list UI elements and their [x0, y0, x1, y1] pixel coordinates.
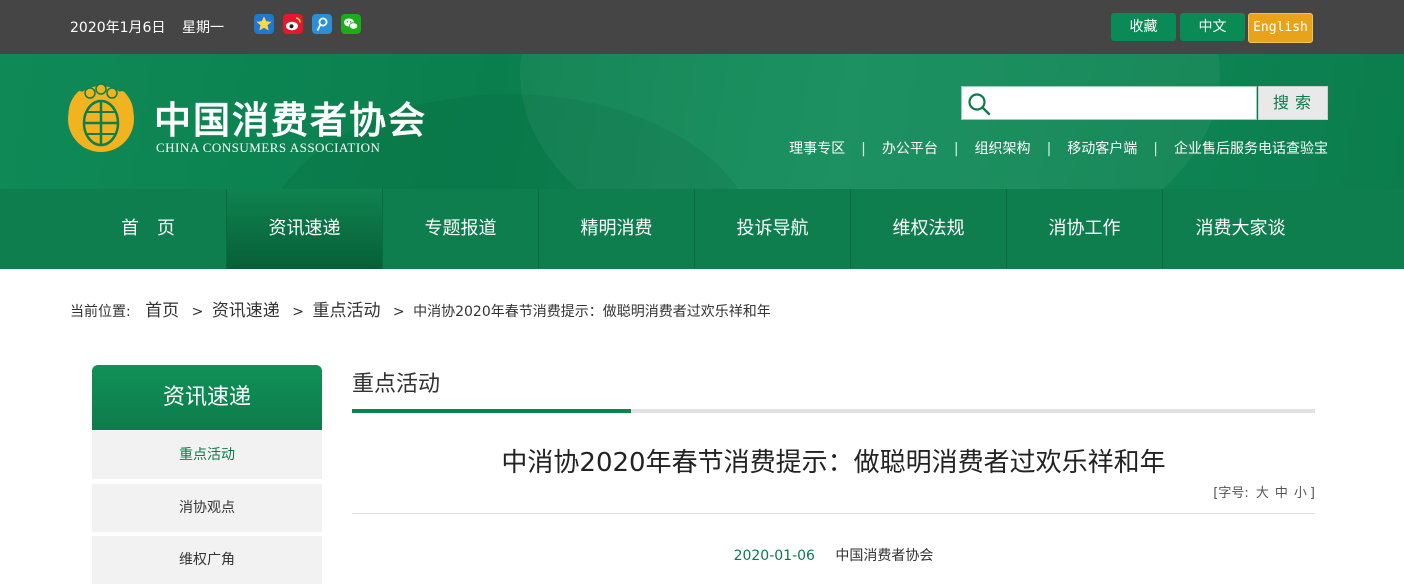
font-size-small-button[interactable]: 小: [1294, 486, 1307, 501]
nav-consumer-forum[interactable]: 消费大家谈: [1162, 189, 1318, 269]
nav-home[interactable]: 首 页: [70, 189, 226, 269]
link-office-platform[interactable]: 办公平台: [882, 141, 938, 157]
breadcrumb: 当前位置: 首页 > 资讯速递 > 重点活动 > 中消协2020年春节消费提示：…: [70, 301, 771, 321]
section-title: 重点活动: [352, 372, 441, 397]
search-icon: [967, 92, 991, 116]
nav-news-express[interactable]: 资讯速递: [226, 189, 382, 269]
link-council-area[interactable]: 理事专区: [789, 141, 845, 157]
site-logo-english-name: CHINA CONSUMERS ASSOCIATION: [156, 140, 381, 155]
link-aftersales-phone-check[interactable]: 企业售后服务电话查验宝: [1174, 141, 1328, 157]
breadcrumb-key-activities[interactable]: 重点活动: [312, 301, 380, 321]
cca-315-logo-icon[interactable]: [60, 76, 142, 158]
section-divider-accent: [352, 409, 631, 413]
nav-rights-regulations[interactable]: 维权法规: [850, 189, 1006, 269]
nav-complaint-guide[interactable]: 投诉导航: [694, 189, 850, 269]
search-input[interactable]: [996, 91, 1250, 117]
article-date: 2020-01-06: [733, 548, 815, 564]
qzone-icon[interactable]: [254, 14, 274, 34]
favorite-button[interactable]: 收藏: [1111, 13, 1176, 41]
breadcrumb-label: 当前位置:: [70, 304, 131, 320]
font-size-selector: [字号: 大中小]: [1213, 486, 1315, 501]
breadcrumb-news-express[interactable]: 资讯速递: [212, 301, 280, 321]
wechat-icon[interactable]: [341, 14, 361, 34]
breadcrumb-home[interactable]: 首页: [145, 301, 179, 321]
nav-association-work[interactable]: 消协工作: [1006, 189, 1162, 269]
tencent-weibo-icon[interactable]: [312, 14, 332, 34]
top-bar: 2020年1月6日 星期一 收藏 中文 English: [0, 0, 1404, 54]
site-logo-chinese-name[interactable]: 中国消费者协会: [154, 90, 427, 144]
sidebar-item-key-activities[interactable]: 重点活动: [92, 431, 322, 479]
search-box: [961, 86, 1257, 120]
breadcrumb-current-article: 中消协2020年春节消费提示：做聪明消费者过欢乐祥和年: [413, 304, 771, 320]
link-organization[interactable]: 组织架构: [975, 141, 1031, 157]
header-quick-links: 理事专区 | 办公平台 | 组织架构 | 移动客户端 | 企业售后服务电话查验宝: [789, 141, 1328, 157]
site-header: 中国消费者协会 CHINA CONSUMERS ASSOCIATION 搜索 理…: [0, 54, 1404, 189]
main-nav: 首 页 资讯速递 专题报道 精明消费 投诉导航 维权法规 消协工作 消费大家谈: [0, 189, 1404, 269]
sidebar-item-association-views[interactable]: 消协观点: [92, 484, 322, 532]
article-header-divider: [352, 513, 1315, 514]
nav-special-reports[interactable]: 专题报道: [382, 189, 538, 269]
font-size-large-button[interactable]: 大: [1256, 486, 1269, 501]
article-source: 中国消费者协会: [835, 548, 934, 564]
current-weekday: 星期一: [182, 20, 224, 36]
article-meta: 2020-01-06 中国消费者协会: [352, 545, 1315, 565]
font-size-medium-button[interactable]: 中: [1275, 486, 1288, 501]
link-mobile-client[interactable]: 移动客户端: [1067, 141, 1137, 157]
sidebar-title: 资讯速递: [92, 365, 322, 430]
article-title: 中消协2020年春节消费提示：做聪明消费者过欢乐祥和年: [501, 448, 1166, 478]
chinese-language-button[interactable]: 中文: [1180, 13, 1245, 41]
sidebar-item-rights-panorama[interactable]: 维权广角: [92, 536, 322, 584]
english-language-button[interactable]: English: [1248, 13, 1313, 43]
current-date: 2020年1月6日: [70, 20, 166, 36]
weibo-icon[interactable]: [283, 14, 303, 34]
nav-smart-consumption[interactable]: 精明消费: [538, 189, 694, 269]
search-button[interactable]: 搜索: [1258, 86, 1328, 120]
